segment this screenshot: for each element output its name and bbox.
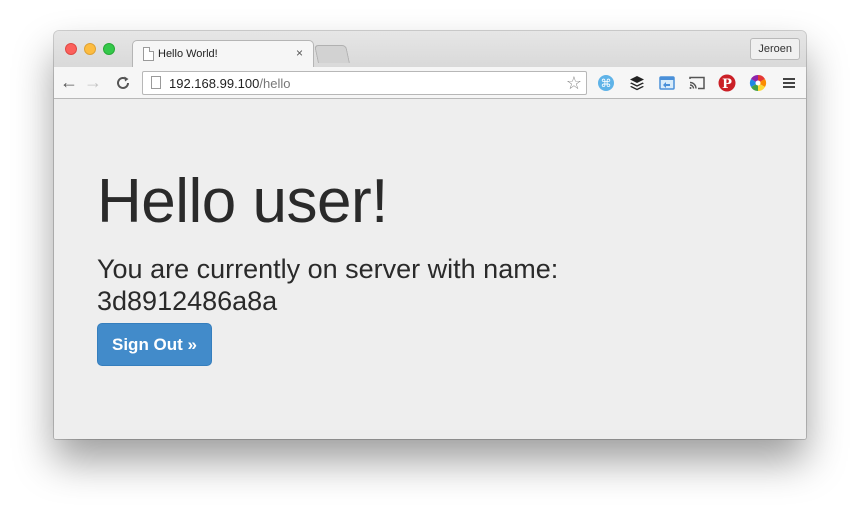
address-bar[interactable]: 192.168.99.100/hello ☆ bbox=[142, 71, 587, 95]
cast-icon[interactable] bbox=[688, 74, 706, 92]
svg-text:⌘: ⌘ bbox=[601, 77, 612, 90]
url-path: /hello bbox=[259, 76, 291, 91]
tab-strip: Hello World! × Jeroen bbox=[54, 31, 806, 67]
page-favicon-icon bbox=[143, 47, 154, 61]
browser-window: Hello World! × Jeroen ← → 192.168.99.100… bbox=[54, 31, 806, 439]
extension-window-icon[interactable] bbox=[658, 74, 676, 92]
new-tab-button[interactable] bbox=[314, 45, 350, 63]
zoom-window-button[interactable] bbox=[103, 43, 115, 55]
forward-button[interactable]: → bbox=[82, 72, 104, 94]
svg-text:P: P bbox=[722, 77, 732, 92]
back-button[interactable]: ← bbox=[58, 72, 80, 94]
page-content: Hello user! You are currently on server … bbox=[54, 100, 806, 439]
address-url: 192.168.99.100/hello bbox=[169, 76, 290, 91]
chrome-menu-icon[interactable] bbox=[780, 74, 798, 92]
tab-hello-world[interactable]: Hello World! × bbox=[132, 40, 314, 67]
url-host: 192.168.99.100 bbox=[169, 76, 260, 91]
minimize-window-button[interactable] bbox=[84, 43, 96, 55]
page-heading: Hello user! bbox=[97, 167, 388, 236]
extension-buffer-icon[interactable] bbox=[628, 74, 646, 92]
reload-button[interactable] bbox=[112, 72, 134, 94]
close-tab-icon[interactable]: × bbox=[296, 46, 303, 60]
page-icon bbox=[151, 76, 161, 89]
sign-out-button[interactable]: Sign Out » bbox=[97, 323, 212, 366]
bookmark-star-icon[interactable]: ☆ bbox=[566, 73, 582, 93]
close-window-button[interactable] bbox=[65, 43, 77, 55]
pinterest-icon[interactable]: P bbox=[718, 74, 736, 92]
color-wheel-icon[interactable] bbox=[749, 74, 767, 92]
profile-button[interactable]: Jeroen bbox=[750, 38, 800, 60]
browser-toolbar: ← → 192.168.99.100/hello ☆ ⌘ P bbox=[54, 67, 806, 99]
extension-command-icon[interactable]: ⌘ bbox=[597, 74, 615, 92]
reload-icon bbox=[117, 76, 129, 89]
tab-title: Hello World! bbox=[158, 48, 218, 60]
server-name-text: You are currently on server with name: 3… bbox=[97, 254, 559, 316]
